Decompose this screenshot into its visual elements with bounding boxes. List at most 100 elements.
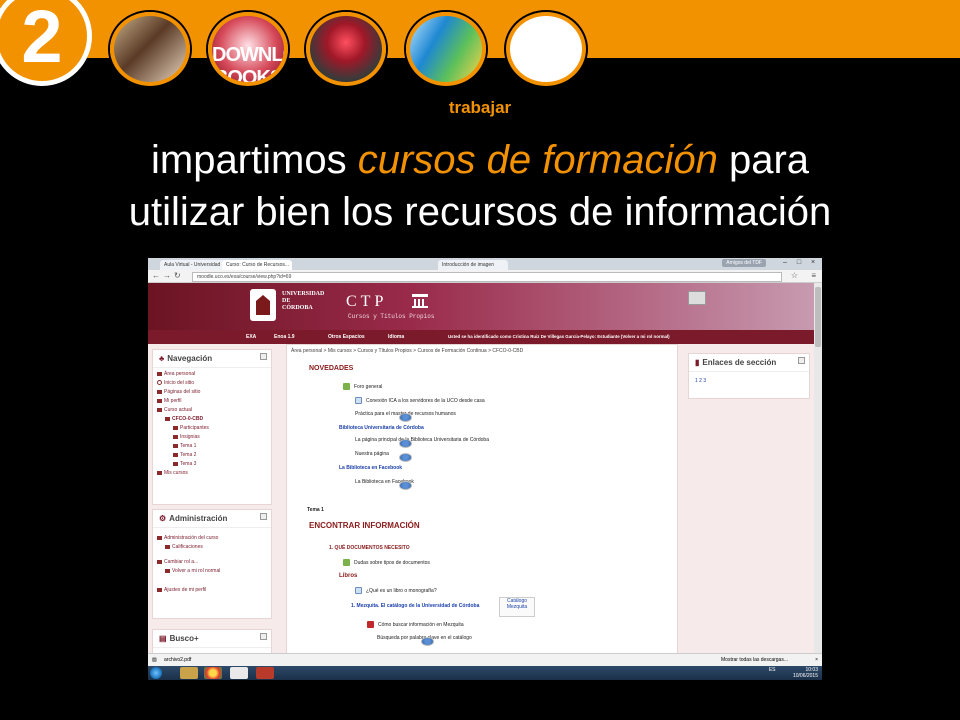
navigation-title: ♣ Navegación (153, 350, 271, 368)
menu-otros-espacios[interactable]: Otros Espacios (328, 330, 365, 344)
download-bar: ▧ archivo2.pdf Mostrar todas las descarg… (148, 653, 822, 666)
nav-insignias[interactable]: Insignias (157, 433, 267, 442)
nav-participantes[interactable]: Participantes (157, 424, 267, 433)
explorer-icon[interactable] (180, 667, 198, 679)
thumbnail-video-icon[interactable] (110, 12, 190, 86)
nav-area-personal[interactable]: Área personal (157, 370, 267, 379)
clock-date: 10/06/2015 (792, 673, 818, 679)
headline-emphasis: cursos de formación (357, 138, 718, 182)
thumbnail-blank-icon[interactable] (506, 12, 586, 86)
reload-icon[interactable]: ↻ (174, 271, 181, 281)
download-file[interactable]: archivo2.pdf (164, 654, 191, 666)
tab-aula-virtual[interactable]: Aula Virtual - Universidad (160, 260, 226, 270)
login-info: Usted se ha identificado como Cristina R… (448, 334, 670, 339)
tab-bar: Aula Virtual - Universidad Curso: Curso … (148, 258, 822, 270)
collapse-icon[interactable] (798, 357, 805, 364)
flag-icon[interactable] (688, 291, 706, 305)
pdf-icon: ▧ (152, 657, 157, 663)
catalogo-image[interactable]: Catálogo Mezquita (499, 597, 535, 617)
building-icon (412, 294, 428, 308)
list-item[interactable]: La Biblioteca en Facebook (339, 465, 402, 471)
admin-cambiar-rol[interactable]: Cambiar rol a... (157, 558, 267, 567)
windows-taskbar: ES 10:03 10/06/2015 (148, 666, 822, 680)
thumbnail-download-books-icon[interactable]: DOWNLOAD BOOKS (208, 12, 288, 86)
nav-curso-actual[interactable]: Curso actual (157, 406, 267, 415)
nav-tema2[interactable]: Tema 2 (157, 451, 267, 460)
libros-heading: Libros (339, 573, 358, 579)
admin-calificaciones[interactable]: Calificaciones (157, 543, 267, 552)
thumbnail-books-icon[interactable] (406, 12, 486, 86)
list-item[interactable]: Conexión ICA a los servidores de la UCO … (355, 397, 485, 404)
busco-block: ▤ Busco+ (152, 629, 272, 654)
nav-tema1[interactable]: Tema 1 (157, 442, 267, 451)
list-item[interactable]: Biblioteca Universitaria de Córdoba (339, 425, 424, 431)
collapse-icon[interactable] (260, 633, 267, 640)
scrollbar-thumb[interactable] (815, 287, 821, 347)
course-content: Área personal > Mis cursos > Cursos y Tí… (286, 344, 678, 654)
maximize-icon[interactable]: □ (792, 258, 806, 268)
section-links[interactable]: 1 2 3 (689, 372, 809, 390)
link-icon (421, 637, 434, 646)
enlaces-block: ▮ Enlaces de sección 1 2 3 (688, 353, 810, 399)
tab-curso[interactable]: Curso: Curso de Recursos... (222, 260, 292, 270)
ctp-title: CTP (346, 293, 388, 310)
document-icon[interactable] (230, 667, 248, 679)
ctp-subtitle: Cursos y Títulos Propios (348, 313, 435, 320)
menu-idioma[interactable]: Idioma (388, 330, 404, 344)
link-icon (399, 453, 412, 462)
menu-exa[interactable]: EXA (246, 330, 256, 344)
admin-course[interactable]: Administración del curso (157, 534, 267, 543)
menu-enoa[interactable]: Enoa 1.9 (274, 330, 295, 344)
start-button-icon[interactable] (150, 667, 162, 679)
nav-inicio[interactable]: Inicio del sitio (157, 379, 267, 388)
list-item[interactable]: Dudas sobre tipos de documentos (343, 559, 430, 566)
list-item[interactable]: Cómo buscar información en Mezquita (367, 621, 464, 628)
list-item[interactable]: ¿Qué es un libro o monografía? (355, 587, 437, 594)
site-banner: UNIVERSIDAD DE CÓRDOBA CTP Cursos y Títu… (148, 283, 814, 330)
collapse-icon[interactable] (260, 353, 267, 360)
nav-tema3[interactable]: Tema 3 (157, 460, 267, 469)
system-tray[interactable]: ES 10:03 10/06/2015 (769, 667, 818, 679)
list-item[interactable]: La Biblioteca en Facebook (355, 479, 414, 490)
list-item[interactable]: 1. Mezquita. El catálogo de la Universid… (351, 603, 479, 609)
menu-icon[interactable]: ≡ (811, 271, 816, 281)
bookmark-star-icon[interactable]: ☆ (791, 271, 798, 281)
powerpoint-icon[interactable] (256, 667, 274, 679)
navigation-block: ♣ Navegación Área personal Inicio del sit… (152, 349, 272, 505)
minimize-icon[interactable]: – (778, 258, 792, 268)
show-all-downloads[interactable]: Mostrar todas las descargas... (721, 654, 788, 666)
user-chip[interactable]: Amigos del TDF (722, 259, 766, 267)
q1-heading: 1. QUÉ DOCUMENTOS NECESITO (329, 545, 410, 551)
bookmark-icon: ▮ (695, 358, 700, 367)
admin-block: ⚙ Administración Administración del curso… (152, 509, 272, 619)
thumbnail-label: DOWNLOAD BOOKS (212, 44, 284, 86)
url-field[interactable]: moodle.uco.es/exa/course/view.php?id=69 (192, 272, 782, 282)
list-item[interactable]: Foro general (343, 383, 382, 390)
link-icon (399, 481, 412, 490)
chrome-icon[interactable] (204, 667, 222, 679)
close-icon[interactable]: × (806, 258, 820, 268)
forward-icon[interactable]: → (163, 271, 171, 281)
list-item[interactable]: Búsqueda por palabra clave en el catálog… (377, 635, 472, 646)
close-icon[interactable]: × (815, 654, 818, 666)
scrollbar[interactable] (814, 283, 822, 654)
tab-imagen[interactable]: Introducción de imagen (438, 260, 508, 270)
nav-paginas[interactable]: Páginas del sitio (157, 388, 267, 397)
admin-volver-rol[interactable]: Volver a mi rol normal (157, 567, 267, 576)
moodle-page: UNIVERSIDAD DE CÓRDOBA CTP Cursos y Títu… (148, 283, 814, 654)
forum-icon (343, 559, 350, 566)
browser-screenshot: Aula Virtual - Universidad Curso: Curso … (148, 258, 822, 680)
link-icon (399, 413, 412, 422)
thumbnail-person-icon[interactable] (306, 12, 386, 86)
sitemap-icon: ♣ (159, 354, 165, 363)
collapse-icon[interactable] (260, 513, 267, 520)
list-item[interactable]: Nuestra página (355, 451, 412, 462)
admin-ajustes-perfil[interactable]: Ajustes de mi perfil (157, 586, 267, 595)
nav-perfil[interactable]: Mi perfil (157, 397, 267, 406)
nav-course-code[interactable]: CFCO-0-CBD (157, 415, 267, 424)
nav-mis-cursos[interactable]: Mis cursos (157, 469, 267, 478)
list-item[interactable]: La página principal de la Biblioteca Uni… (355, 437, 489, 448)
list-item[interactable]: Práctica para el master de recursos huma… (355, 411, 456, 422)
breadcrumb: Área personal > Mis cursos > Cursos y Tí… (291, 348, 524, 354)
back-icon[interactable]: ← (152, 271, 160, 281)
